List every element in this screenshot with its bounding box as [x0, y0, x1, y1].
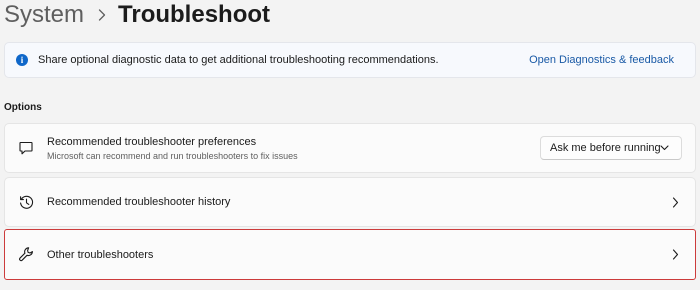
diagnostics-info-bar: i Share optional diagnostic data to get … — [4, 42, 696, 78]
chevron-right-icon — [672, 249, 679, 260]
breadcrumb-chevron-right-icon — [98, 9, 106, 21]
chevron-down-icon — [660, 145, 669, 151]
run-preference-dropdown[interactable]: Ask me before running — [540, 136, 682, 160]
wrench-icon — [17, 246, 35, 264]
chat-bubble-icon — [17, 139, 35, 157]
breadcrumb: System Troubleshoot — [4, 0, 270, 30]
options-heading: Options — [4, 102, 42, 113]
dropdown-selected-value: Ask me before running — [550, 142, 661, 154]
card-subtitle-preferences: Microsoft can recommend and run troubles… — [47, 150, 298, 161]
page-title: Troubleshoot — [118, 1, 271, 28]
card-title-preferences: Recommended troubleshooter preferences — [47, 135, 257, 148]
history-icon — [17, 193, 35, 211]
info-icon: i — [16, 54, 28, 66]
troubleshooter-history-card[interactable]: Recommended troubleshooter history — [4, 177, 696, 227]
chevron-right-icon — [672, 196, 679, 208]
card-title-other-troubleshooters: Other troubleshooters — [47, 248, 154, 261]
other-troubleshooters-card[interactable]: Other troubleshooters — [4, 229, 696, 280]
open-diagnostics-feedback-link[interactable]: Open Diagnostics & feedback — [529, 54, 674, 66]
card-title-history: Recommended troubleshooter history — [47, 196, 231, 208]
info-bar-message: Share optional diagnostic data to get ad… — [38, 54, 439, 66]
troubleshooter-preferences-card: Recommended troubleshooter preferences M… — [4, 123, 696, 173]
breadcrumb-parent-system[interactable]: System — [4, 1, 84, 29]
